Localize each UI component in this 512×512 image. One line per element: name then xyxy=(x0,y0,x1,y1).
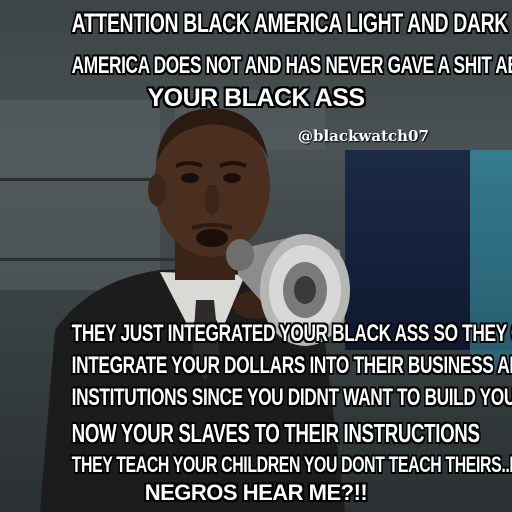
top-caption-line-3: YOUR BLACK ASS xyxy=(147,84,365,112)
bottom-caption-line-2: INTEGRATE YOUR DOLLARS INTO THEIR BUSINE… xyxy=(71,352,512,379)
top-caption-line-1: ATTENTION BLACK AMERICA LIGHT AND DARK S… xyxy=(71,8,512,38)
bottom-caption-line-5: THEY TEACH YOUR CHILDREN YOU DONT TEACH … xyxy=(71,452,512,477)
watermark-handle: @blackwatch07 xyxy=(298,127,429,145)
bottom-caption-line-6: NEGROS HEAR ME?!! xyxy=(144,480,368,505)
bottom-caption-line-4: NOW YOUR SLAVES TO THEIR INSTRUCTIONS xyxy=(71,418,480,448)
bottom-caption-line-1: THEY JUST INTEGRATED YOUR BLACK ASS SO T… xyxy=(71,320,512,347)
meme-image: ATTENTION BLACK AMERICA LIGHT AND DARK S… xyxy=(0,0,512,512)
bottom-caption-line-3: INSTITUTIONS SINCE YOU DIDNT WANT TO BUI… xyxy=(71,384,512,411)
top-caption-line-2: AMERICA DOES NOT AND HAS NEVER GAVE A SH… xyxy=(71,52,512,79)
